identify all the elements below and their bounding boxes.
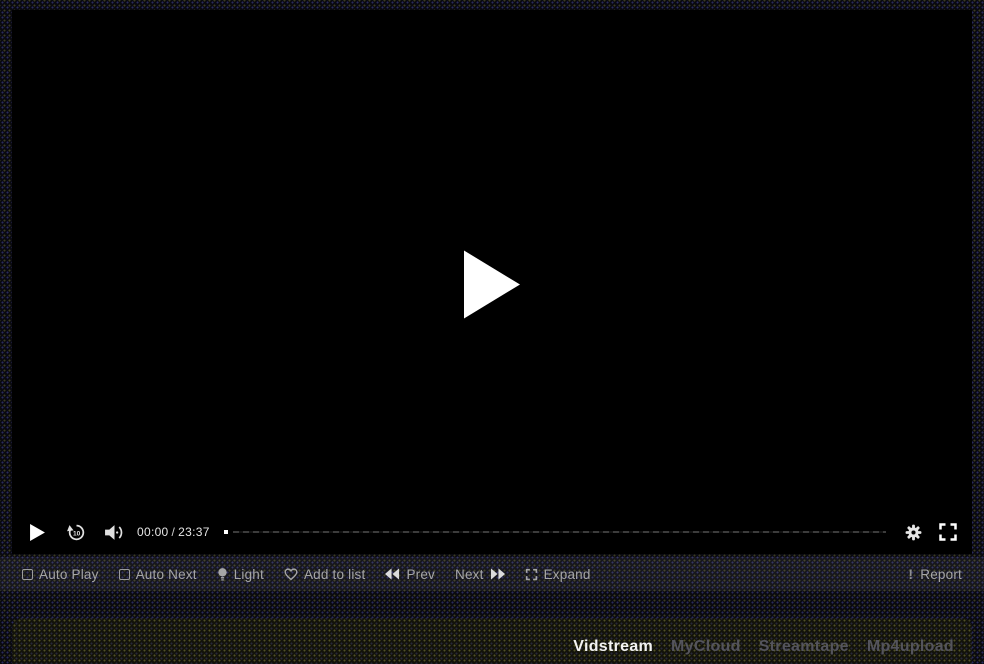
- fullscreen-button[interactable]: [938, 522, 958, 542]
- auto-play-checkbox-icon: [22, 569, 33, 580]
- volume-button[interactable]: [104, 524, 125, 541]
- rewind-10-button[interactable]: 10: [66, 522, 87, 543]
- next-label: Next: [455, 567, 484, 582]
- fullscreen-icon: [938, 522, 958, 542]
- player-controls-bar: 10 00:00/23:37: [12, 514, 972, 550]
- prev-label: Prev: [406, 567, 435, 582]
- settings-button[interactable]: [904, 523, 923, 542]
- server-tab-vidstream[interactable]: Vidstream: [573, 638, 653, 656]
- next-episode-button[interactable]: Next: [455, 567, 505, 582]
- auto-next-checkbox-icon: [119, 569, 130, 580]
- auto-next-toggle[interactable]: Auto Next: [119, 567, 197, 582]
- server-tabs: Vidstream MyCloud Streamtape Mp4upload: [565, 638, 956, 664]
- video-player[interactable]: 10 00:00/23:37: [12, 10, 972, 554]
- background-gap: [0, 591, 984, 618]
- expand-icon: [525, 568, 538, 581]
- exclamation-icon: !: [908, 566, 913, 582]
- report-label: Report: [920, 567, 962, 582]
- time-display: 00:00/23:37: [137, 525, 210, 539]
- auto-play-label: Auto Play: [39, 567, 99, 582]
- content-panel: Vidstream MyCloud Streamtape Mp4upload: [12, 618, 972, 664]
- expand-label: Expand: [544, 567, 591, 582]
- prev-episode-button[interactable]: Prev: [385, 567, 435, 582]
- server-tab-mp4upload[interactable]: Mp4upload: [867, 638, 954, 656]
- play-icon: [30, 524, 45, 541]
- expand-button[interactable]: Expand: [525, 567, 591, 582]
- play-button[interactable]: [30, 524, 45, 541]
- report-button[interactable]: ! Report: [908, 566, 962, 582]
- current-time: 00:00: [137, 525, 169, 539]
- auto-next-label: Auto Next: [136, 567, 197, 582]
- light-label: Light: [234, 567, 264, 582]
- light-toggle[interactable]: Light: [217, 567, 264, 582]
- double-right-arrow-icon: [490, 568, 505, 580]
- volume-icon: [104, 524, 125, 541]
- duration: 23:37: [178, 525, 210, 539]
- big-play-button[interactable]: [464, 251, 520, 324]
- server-tab-mycloud[interactable]: MyCloud: [671, 638, 741, 656]
- add-to-list-label: Add to list: [304, 567, 365, 582]
- rewind-10-icon: 10: [66, 522, 87, 543]
- player-toolbar: Auto Play Auto Next Light Add to list Pr…: [0, 557, 984, 591]
- progress-track: [233, 531, 886, 533]
- lightbulb-icon: [217, 567, 228, 582]
- server-tab-streamtape[interactable]: Streamtape: [759, 638, 849, 656]
- gear-icon: [904, 523, 923, 542]
- progress-bar[interactable]: [224, 525, 888, 539]
- play-icon: [464, 251, 520, 319]
- svg-text:10: 10: [73, 530, 81, 537]
- double-left-arrow-icon: [385, 568, 400, 580]
- playhead[interactable]: [224, 530, 228, 534]
- time-separator: /: [169, 525, 179, 539]
- add-to-list-button[interactable]: Add to list: [284, 567, 365, 582]
- auto-play-toggle[interactable]: Auto Play: [22, 567, 99, 582]
- page: { "player": { "controls": { "current_tim…: [0, 10, 984, 664]
- heart-icon: [284, 568, 298, 581]
